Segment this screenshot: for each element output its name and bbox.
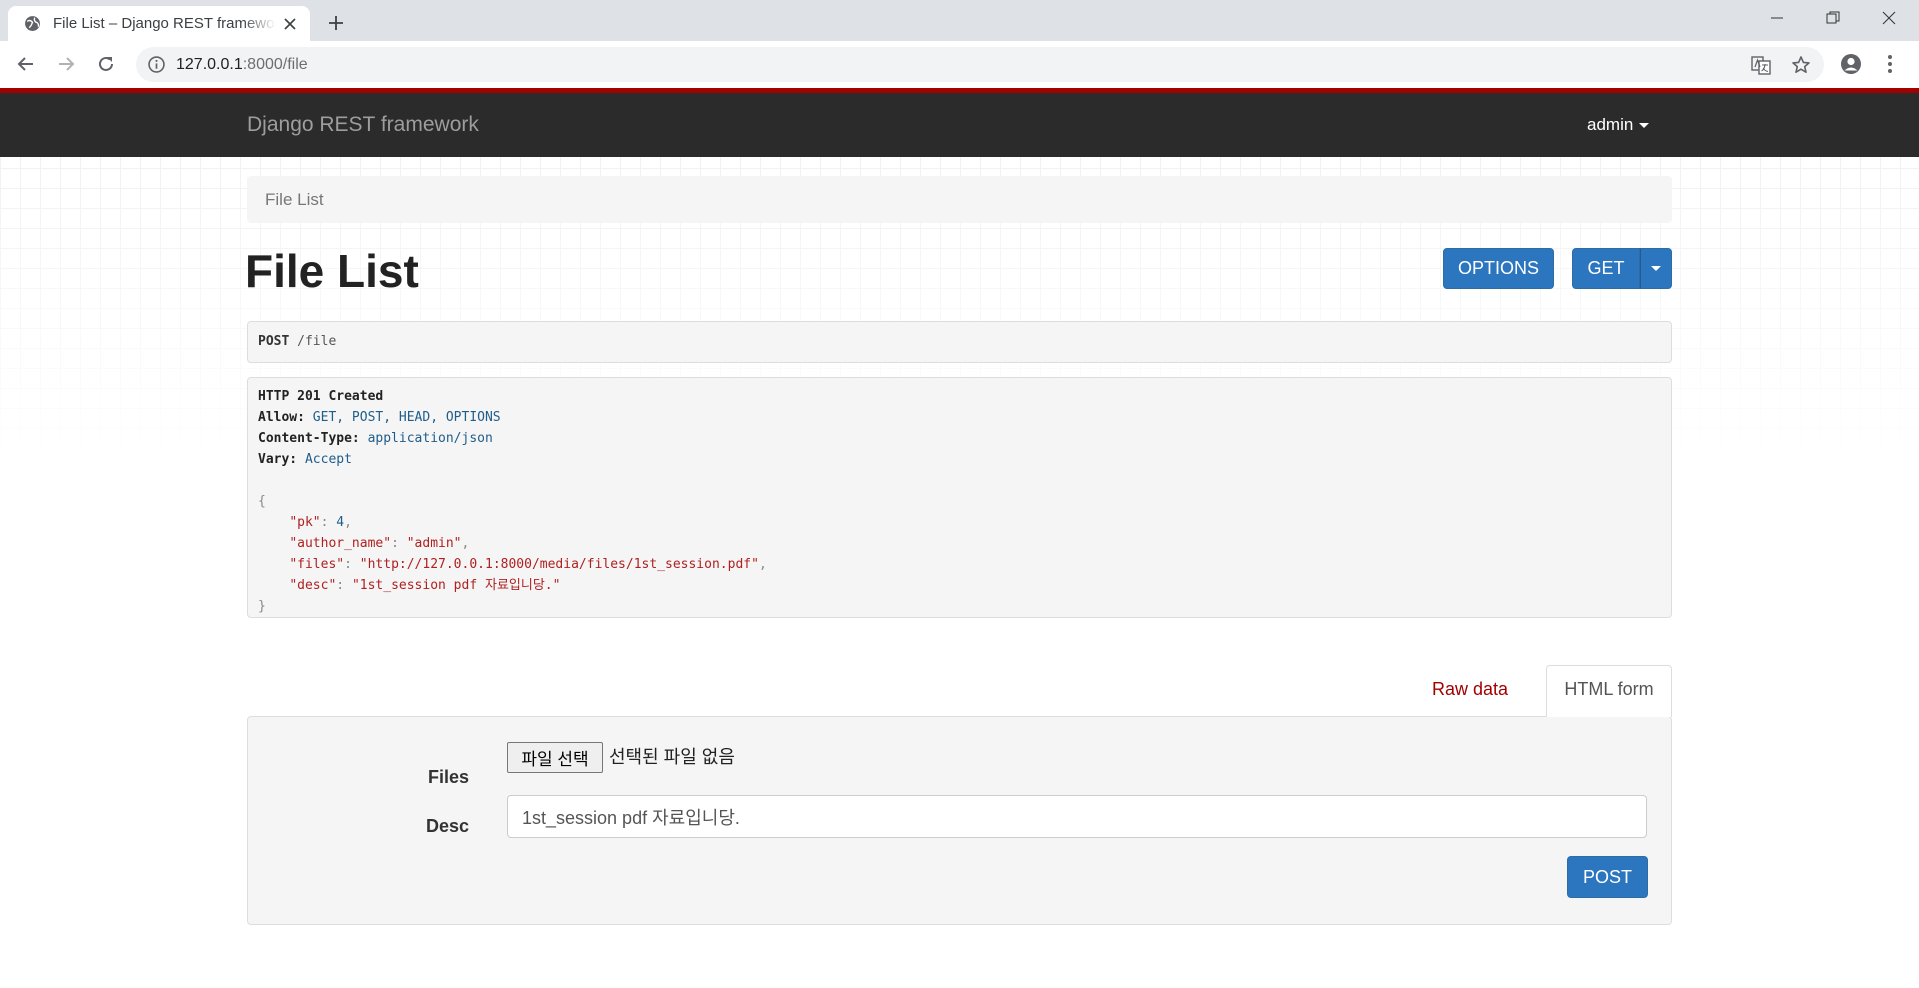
response-status: HTTP 201 Created <box>258 389 384 404</box>
json-value: "admin" <box>406 536 462 551</box>
url-path: :8000/file <box>242 56 308 73</box>
breadcrumb-current: File List <box>265 190 324 209</box>
caret-down-icon <box>1651 266 1661 271</box>
window-close-icon[interactable] <box>1866 0 1912 36</box>
site-navbar: Django REST framework admin <box>0 93 1919 157</box>
username: admin <box>1587 115 1634 134</box>
brand-link[interactable]: Django REST framework <box>247 93 479 157</box>
close-tab-icon[interactable] <box>280 14 300 34</box>
request-info: POST /file <box>247 321 1672 363</box>
back-arrow-icon[interactable] <box>12 50 40 78</box>
address-bar[interactable]: 127.0.0.1:8000/file <box>136 47 1824 82</box>
header-key: Vary: <box>258 452 298 467</box>
profile-avatar-icon[interactable] <box>1838 51 1864 77</box>
json-value: 4 <box>336 515 345 530</box>
get-format-dropdown[interactable] <box>1640 248 1672 289</box>
json-key: "pk" <box>289 515 321 530</box>
desc-label: Desc <box>425 816 469 836</box>
restore-icon[interactable] <box>1810 0 1856 36</box>
tab-title: File List – Django REST framework <box>53 15 276 32</box>
post-form: Files 파일 선택 선택된 파일 없음 Desc POST <box>247 716 1672 925</box>
request-method: POST <box>258 334 290 349</box>
globe-icon <box>23 15 41 33</box>
tab-raw-data[interactable]: Raw data <box>1432 666 1508 713</box>
json-key: "files" <box>289 557 345 572</box>
url-host: 127.0.0.1 <box>176 56 243 73</box>
tab-html-form[interactable]: HTML form <box>1546 665 1672 717</box>
breadcrumb: File List <box>247 176 1672 223</box>
more-menu-icon[interactable] <box>1880 51 1900 77</box>
translate-icon[interactable] <box>1750 54 1772 76</box>
get-button[interactable]: GET <box>1572 248 1640 289</box>
forward-arrow-icon[interactable] <box>52 50 80 78</box>
header-key: Content-Type: <box>258 431 360 446</box>
choose-file-button[interactable]: 파일 선택 <box>507 742 603 773</box>
browser-tab[interactable]: File List – Django REST framework <box>8 6 310 41</box>
url-text: 127.0.0.1:8000/file <box>176 47 308 82</box>
options-button[interactable]: OPTIONS <box>1443 248 1554 289</box>
caret-down-icon <box>1639 122 1650 128</box>
browser-toolbar: 127.0.0.1:8000/file <box>0 41 1919 88</box>
response-info: HTTP 201 Created Allow: GET, POST, HEAD,… <box>247 377 1672 618</box>
minimize-icon[interactable] <box>1754 0 1800 36</box>
json-key: "desc" <box>289 578 337 593</box>
site-info-icon[interactable] <box>148 56 165 73</box>
json-value: "1st_session pdf 자료입니당." <box>351 578 561 593</box>
files-label: Files <box>427 767 469 787</box>
header-key: Allow: <box>258 410 305 425</box>
new-tab-icon[interactable] <box>324 11 348 35</box>
page-viewport: Django REST framework admin File List Fi… <box>0 88 1919 988</box>
request-path: /file <box>297 334 337 349</box>
header-value: GET, POST, HEAD, OPTIONS <box>312 410 501 425</box>
post-submit-button[interactable]: POST <box>1567 856 1648 898</box>
bookmark-star-icon[interactable] <box>1790 54 1812 76</box>
browser-tab-strip: File List – Django REST framework <box>0 0 1919 41</box>
json-value: "http://127.0.0.1:8000/media/files/1st_s… <box>359 557 759 572</box>
page-title: File List <box>245 245 419 297</box>
user-menu-toggle[interactable]: admin <box>1587 93 1650 157</box>
file-status-text: 선택된 파일 없음 <box>609 747 735 767</box>
reload-icon[interactable] <box>92 50 120 78</box>
header-value: Accept <box>304 452 352 467</box>
desc-input[interactable] <box>507 795 1647 838</box>
header-value: application/json <box>367 431 493 446</box>
json-key: "author_name" <box>289 536 392 551</box>
